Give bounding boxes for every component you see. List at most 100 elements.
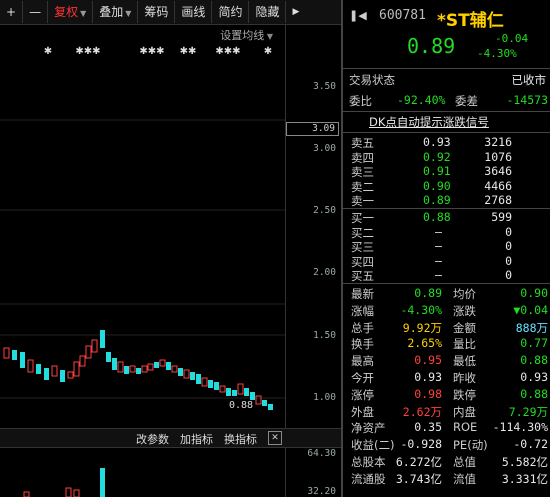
stat-value: 888万 [515,320,548,335]
stat-label: 最低 [453,354,476,369]
stat-row[interactable]: 总股本 6.272亿 总值 5.582亿 [343,454,550,470]
close-icon[interactable]: ✕ [268,431,282,445]
ask-price: 0.93 [423,135,451,149]
candle [79,355,86,367]
stat-label: 换手 [351,337,374,352]
y-tick: 1.50 [313,330,336,341]
candle [136,368,141,374]
ask-volume: 3646 [484,164,512,178]
candle [129,365,136,373]
stat-row[interactable]: 涨幅 -4.30% 涨跌 ▼0.04 [343,303,550,319]
ask-volume: 2768 [484,193,512,207]
candle [117,361,124,373]
candle [190,372,195,380]
stat-row[interactable]: 流通股 3.743亿 流值 3.331亿 [343,471,550,487]
stat-label: PE(动) [453,438,488,453]
stat-row[interactable]: 收益(二) -0.928 PE(动) -0.72 [343,437,550,453]
switch-indicator-button[interactable]: 换指标 [224,431,257,447]
candle [73,361,80,377]
scroll-left-icon[interactable]: ❚◀ [349,9,367,22]
stat-value: 0.93 [414,370,442,384]
star-marker: ✱ [44,46,52,57]
dk-signal-link[interactable]: DK点自动提示涨跌信号 [369,114,489,130]
stat-value: 2.65% [407,336,442,351]
add-indicator-button[interactable]: 加指标 [180,431,213,447]
stat-label: 总股本 [351,455,386,469]
volume-bar [65,487,72,497]
candle [106,352,111,362]
candle [183,369,190,379]
star-markers: ✱ ✱✱✱ ✱✱✱ ✱✱ ✱✱✱ ✱ [44,46,272,57]
stat-label: 最高 [351,354,374,369]
stat-value: 0.88 [520,386,548,401]
stat-value: 0.35 [414,420,442,435]
stat-label: 昨收 [453,371,476,385]
stat-label: 涨幅 [351,303,374,318]
candle [147,363,154,371]
ask-price: 0.90 [423,178,451,193]
more-arrow-icon[interactable]: ▶ [286,1,305,23]
price-axis: 3.50 3.00 2.50 2.00 1.50 1.00 64.30 32.2… [285,24,342,497]
candle [124,366,129,374]
stat-row[interactable]: 换手 2.65% 量比 0.77 [343,336,550,352]
stat-label: 金额 [453,320,476,335]
divider [343,68,550,69]
low-price-label: 0.88 [229,400,253,411]
candle [12,350,17,360]
stat-row[interactable]: 涨停 0.98 跌停 0.88 [343,387,550,403]
y-tick: 2.00 [313,267,336,278]
stat-value: -114.30% [492,420,548,435]
candle [91,339,98,353]
stat-value: 3.743亿 [395,471,442,486]
indicator-toolbar: 改参数 加指标 换指标 ✕ [0,428,341,448]
bid-row[interactable]: 买五 — 0 [343,268,550,284]
candle [250,392,255,400]
bid-volume: 0 [505,239,512,253]
stat-row[interactable]: 外盘 2.62万 内盘 7.29万 [343,404,550,420]
ask-row[interactable]: 卖一 0.89 2768 [343,193,550,209]
stat-value: -0.928 [400,437,442,452]
candle [196,374,201,384]
stat-label: 跌停 [453,387,476,402]
candle [166,362,171,370]
status-label: 交易状态 [349,73,395,87]
stat-value: 0.95 [414,353,442,368]
candle [44,368,49,380]
crosshair-price-tag: 3.09 [286,122,339,136]
bid-volume: 599 [491,210,512,224]
candle [154,362,159,368]
candle [237,383,244,395]
candle [27,359,34,373]
change-params-button[interactable]: 改参数 [136,431,169,447]
stat-label: 涨停 [351,387,374,402]
stat-value: 6.272亿 [395,455,442,469]
candle [244,388,249,396]
bid-volume: 0 [505,224,512,239]
stat-row[interactable]: 净资产 0.35 ROE -114.30% [343,420,550,436]
stat-row[interactable]: 今开 0.93 昨收 0.93 [343,370,550,386]
candle [255,395,262,405]
bid-price: — [435,268,442,282]
candle [67,371,74,379]
stat-row[interactable]: 总手 9.92万 金额 888万 [343,320,550,336]
bid-price: 0.88 [423,210,451,224]
volume-bar [100,468,105,497]
stat-label: ROE [453,420,478,435]
candle [100,330,105,348]
stat-value: ▼0.04 [513,302,548,317]
kline-chart-area[interactable]: + — 复权 ▼ 叠加 ▼ 筹码 画线 简约 隐藏 ▶ 设置均线 ▼ ✱ ✱✱✱ ✱✱✱… [0,0,341,497]
ask-volume: 3216 [484,135,512,149]
candle [208,380,213,388]
candlestick-svg: ✱ ✱✱✱ ✱✱✱ ✱✱ ✱✱✱ ✱ 0.88 [0,46,285,497]
stat-row[interactable]: 最新 0.89 均价 0.90 [343,286,550,302]
stat-value: 0.90 [520,286,548,300]
candle [268,404,273,410]
stat-row[interactable]: 最高 0.95 最低 0.88 [343,353,550,369]
candle [60,370,65,382]
candle [232,390,237,396]
stat-label: 流通股 [351,471,386,486]
candle [36,364,41,374]
candle [171,365,178,373]
bid-price: — [435,253,442,268]
stat-value: -0.72 [513,437,548,452]
